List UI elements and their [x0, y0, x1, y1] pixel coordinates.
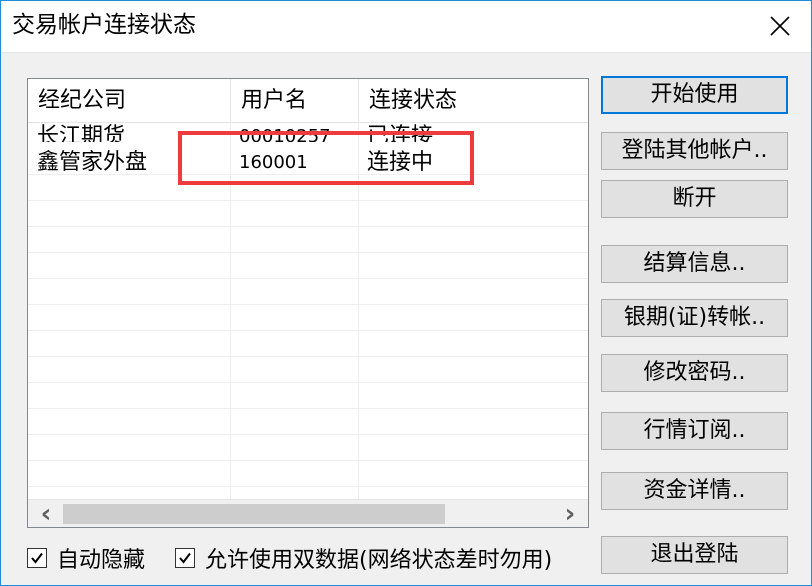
auto-hide-label: 自动隐藏 — [57, 548, 146, 573]
table-row[interactable]: 鑫管家外盘 160001 连接中 — [28, 150, 588, 176]
grid-row-line — [28, 278, 588, 279]
close-icon — [770, 16, 790, 36]
checkmark-icon — [31, 552, 43, 564]
bank-transfer-button[interactable]: 银期(证)转帐.. — [601, 299, 788, 337]
grid-row-line — [28, 226, 588, 227]
column-header-username[interactable]: 用户名 — [231, 79, 359, 122]
column-header-status[interactable]: 连接状态 — [359, 79, 588, 122]
scroll-right-button[interactable]: › — [556, 499, 584, 528]
title-bar: 交易帐户连接状态 — [0, 0, 812, 53]
checkbox-box[interactable] — [27, 548, 47, 568]
grid-row-line — [28, 460, 588, 461]
table-row[interactable]: 长江期货 00010257 已连接 — [28, 124, 588, 152]
scrollbar-thumb[interactable] — [63, 504, 445, 524]
grid-row-line — [28, 434, 588, 435]
change-password-button[interactable]: 修改密码.. — [601, 354, 788, 392]
close-button[interactable] — [748, 0, 812, 52]
grid-column-line — [230, 122, 231, 499]
grid-row-line — [28, 486, 588, 487]
fund-detail-button[interactable]: 资金详情.. — [601, 472, 788, 510]
cell-username: 00010257 — [239, 126, 331, 147]
checkmark-icon — [179, 552, 191, 564]
settlement-info-button[interactable]: 结算信息.. — [601, 245, 788, 283]
chevron-right-icon: › — [564, 499, 576, 528]
scroll-left-button[interactable]: ‹ — [32, 499, 60, 528]
dual-data-label: 允许使用双数据(网络状态差时勿用) — [205, 548, 553, 573]
cell-status: 已连接 — [367, 124, 434, 149]
chevron-left-icon: ‹ — [40, 499, 52, 528]
grid-column-line — [358, 122, 359, 499]
start-button[interactable]: 开始使用 — [601, 76, 788, 114]
grid-row-line — [28, 408, 588, 409]
dual-data-checkbox[interactable]: 允许使用双数据(网络状态差时勿用) — [175, 544, 553, 573]
grid-row-line — [28, 252, 588, 253]
checkbox-box[interactable] — [175, 548, 195, 568]
grid-row-line — [28, 382, 588, 383]
quote-subscribe-button[interactable]: 行情订阅.. — [601, 412, 788, 450]
horizontal-scrollbar[interactable]: ‹ › — [28, 499, 588, 528]
auto-hide-checkbox[interactable]: 自动隐藏 — [27, 544, 146, 573]
cell-broker: 长江期货 — [37, 124, 126, 149]
grid-row-line — [28, 304, 588, 305]
logout-button[interactable]: 退出登陆 — [601, 536, 788, 574]
grid-row-line — [28, 330, 588, 331]
account-list[interactable]: 经纪公司 用户名 连接状态 长江期货 00010257 已连接 鑫管家外盘 16… — [27, 78, 589, 528]
cell-broker: 鑫管家外盘 — [37, 150, 148, 175]
cell-username: 160001 — [239, 152, 308, 173]
list-header: 经纪公司 用户名 连接状态 — [28, 79, 588, 123]
column-header-broker[interactable]: 经纪公司 — [28, 79, 231, 122]
login-other-account-button[interactable]: 登陆其他帐户.. — [601, 132, 788, 170]
grid-row-line — [28, 200, 588, 201]
list-grid: 长江期货 00010257 已连接 鑫管家外盘 160001 连接中 — [28, 122, 588, 499]
grid-row-line — [28, 356, 588, 357]
disconnect-button[interactable]: 断开 — [601, 180, 788, 218]
window-title: 交易帐户连接状态 — [12, 12, 196, 38]
cell-status: 连接中 — [367, 150, 434, 175]
